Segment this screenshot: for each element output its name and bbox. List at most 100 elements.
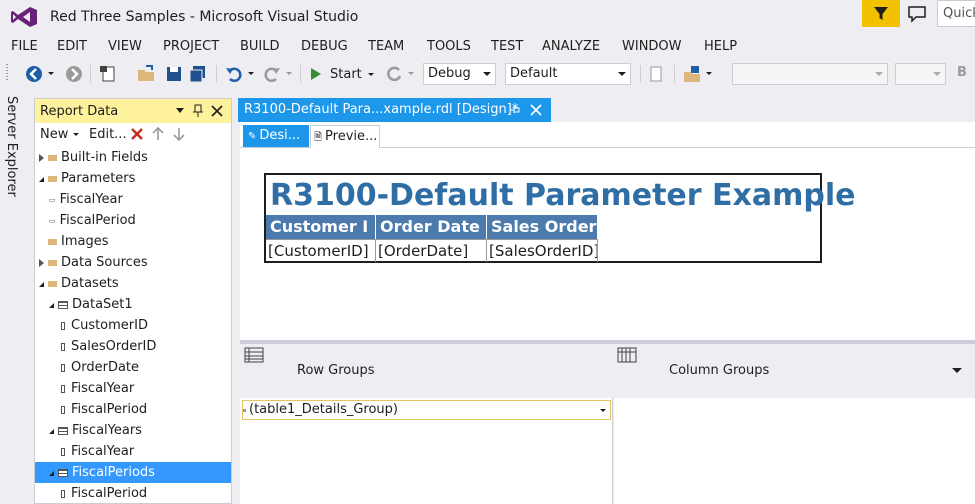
tree-item-orderdate[interactable]: OrderDate bbox=[35, 357, 231, 378]
collapsed-arrow-icon[interactable] bbox=[39, 153, 44, 162]
undo-dropdown-icon[interactable] bbox=[248, 72, 254, 75]
menu-item-test[interactable]: TEST bbox=[480, 39, 534, 54]
toolbar-overflow-icon[interactable] bbox=[706, 72, 712, 75]
groups-mode-chevron-icon[interactable] bbox=[952, 368, 962, 373]
back-navigation-icon[interactable] bbox=[24, 64, 44, 84]
pin-icon[interactable] bbox=[192, 104, 204, 118]
preview-tab-label: Previe... bbox=[325, 129, 378, 144]
menu-item-project[interactable]: PROJECT bbox=[152, 39, 230, 54]
delete-icon[interactable] bbox=[130, 127, 144, 141]
move-up-arrow-icon[interactable] bbox=[152, 127, 164, 141]
row-group-item[interactable]: (table1_Details_Group) bbox=[242, 400, 611, 420]
find-combo[interactable] bbox=[732, 63, 888, 85]
table-header-cell[interactable]: Sales Order bbox=[487, 215, 598, 239]
menu-item-window[interactable]: WINDOW bbox=[611, 39, 693, 54]
close-icon[interactable] bbox=[211, 105, 223, 117]
forward-navigation-icon[interactable] bbox=[64, 64, 84, 84]
tree-item-data-sources[interactable]: Data Sources bbox=[35, 252, 231, 273]
menu-item-edit[interactable]: EDIT bbox=[46, 39, 98, 54]
report-title-textbox[interactable]: R3100-Default Parameter Example bbox=[270, 179, 855, 213]
find-in-files-icon[interactable] bbox=[682, 64, 702, 84]
tree-item-fiscalyear[interactable]: FiscalYear bbox=[35, 441, 231, 462]
start-dropdown-icon bbox=[367, 72, 374, 76]
pin-icon[interactable] bbox=[509, 104, 521, 116]
document-outline-icon[interactable] bbox=[646, 64, 666, 84]
table-header-cell[interactable]: Customer I bbox=[266, 215, 376, 239]
menu-item-tools[interactable]: TOOLS bbox=[416, 39, 482, 54]
feedback-filter-button[interactable] bbox=[862, 0, 900, 27]
redo-dropdown-icon[interactable] bbox=[286, 72, 292, 75]
tree-item-fiscalperiods[interactable]: FiscalPeriods bbox=[35, 462, 231, 483]
expanded-arrow-icon[interactable] bbox=[49, 429, 54, 434]
tree-item-parameters[interactable]: Parameters bbox=[35, 168, 231, 189]
quick-launch-input[interactable]: Quick bbox=[937, 0, 975, 27]
new-project-icon[interactable] bbox=[98, 64, 118, 84]
server-explorer-tab[interactable]: Server Explorer bbox=[4, 96, 19, 197]
tree-item-images[interactable]: Images bbox=[35, 231, 231, 252]
tab-preview[interactable]: 🗎 Previe... bbox=[310, 125, 380, 148]
tree-item-built-in-fields[interactable]: Built-in Fields bbox=[35, 147, 231, 168]
menu-item-analyze[interactable]: ANALYZE bbox=[531, 39, 611, 54]
chevron-down-icon[interactable] bbox=[600, 409, 606, 412]
table-data-cell[interactable]: [CustomerID] bbox=[266, 239, 376, 262]
table-data-cell[interactable]: [OrderDate] bbox=[376, 239, 487, 262]
tree-item-fiscalperiod[interactable]: ▭ FiscalPeriod bbox=[35, 210, 231, 231]
report-body[interactable]: R3100-Default Parameter Example Customer… bbox=[264, 173, 855, 263]
tree-item-fiscalyear[interactable]: ▭ FiscalYear bbox=[35, 189, 231, 210]
tree-item-fiscalyear[interactable]: FiscalYear bbox=[35, 378, 231, 399]
solution-platform-select[interactable]: Default bbox=[505, 63, 631, 85]
visual-studio-logo-icon bbox=[11, 7, 37, 27]
menu-item-team[interactable]: TEAM bbox=[357, 39, 415, 54]
chat-bubble-icon[interactable] bbox=[905, 3, 929, 25]
collapsed-arrow-icon[interactable] bbox=[39, 258, 44, 267]
tree-item-dataset1[interactable]: DataSet1 bbox=[35, 294, 231, 315]
secondary-combo[interactable] bbox=[895, 63, 946, 85]
tab-design[interactable]: ✎ Desi... bbox=[243, 125, 309, 147]
new-button[interactable]: New bbox=[40, 127, 80, 142]
field-icon bbox=[61, 363, 65, 372]
open-folder-icon[interactable] bbox=[136, 64, 156, 84]
toolbar-separator bbox=[90, 65, 91, 83]
menu-bar: FILE EDIT VIEW PROJECT BUILD DEBUG TEAM TOOLS TE… bbox=[0, 34, 975, 58]
tree-item-label: Data Sources bbox=[61, 255, 148, 270]
edit-button[interactable]: Edit... bbox=[89, 127, 127, 142]
table-header-cell[interactable]: Order Date bbox=[376, 215, 487, 239]
tree-item-salesorderid[interactable]: SalesOrderID bbox=[35, 336, 231, 357]
bold-button[interactable]: B bbox=[957, 65, 967, 80]
refresh-dropdown-icon[interactable] bbox=[408, 72, 414, 75]
tree-item-customerid[interactable]: CustomerID bbox=[35, 315, 231, 336]
tree-item-datasets[interactable]: Datasets bbox=[35, 273, 231, 294]
tree-item-label: FiscalYear bbox=[59, 192, 123, 207]
close-icon[interactable] bbox=[530, 104, 542, 116]
tree-item-fiscalyears[interactable]: FiscalYears bbox=[35, 420, 231, 441]
expanded-arrow-icon[interactable] bbox=[39, 177, 44, 182]
tree-item-fiscalperiod[interactable]: FiscalPeriod bbox=[35, 399, 231, 420]
dataset-icon bbox=[58, 300, 68, 309]
refresh-icon[interactable] bbox=[384, 64, 404, 84]
start-debugging-button[interactable]: Start bbox=[306, 63, 380, 85]
redo-icon[interactable] bbox=[262, 64, 282, 84]
undo-icon[interactable] bbox=[224, 64, 244, 84]
table-data-cell[interactable]: [SalesOrderID] bbox=[487, 239, 598, 262]
menu-item-file[interactable]: FILE bbox=[0, 39, 49, 54]
menu-item-view[interactable]: VIEW bbox=[97, 39, 153, 54]
back-dropdown-icon[interactable] bbox=[48, 72, 54, 75]
document-tab[interactable]: R3100-Default Para...xample.rdl [Design]… bbox=[238, 98, 551, 122]
expanded-arrow-icon[interactable] bbox=[49, 471, 54, 476]
parameter-icon: ▭ bbox=[49, 216, 56, 225]
design-tab-icon: ✎ bbox=[248, 131, 257, 142]
row-groups-icon bbox=[244, 347, 264, 363]
expanded-arrow-icon[interactable] bbox=[39, 282, 44, 287]
panel-menu-chevron-icon[interactable] bbox=[176, 108, 184, 113]
tree-item-fiscalperiod[interactable]: FiscalPeriod bbox=[35, 483, 231, 504]
save-icon[interactable] bbox=[164, 64, 184, 84]
preview-tab-icon: 🗎 bbox=[314, 132, 323, 143]
expanded-arrow-icon[interactable] bbox=[49, 303, 54, 308]
solution-configuration-select[interactable]: Debug bbox=[423, 63, 496, 85]
save-all-icon[interactable] bbox=[188, 64, 208, 84]
move-down-arrow-icon[interactable] bbox=[173, 127, 185, 141]
folder-icon bbox=[48, 175, 57, 182]
menu-item-help[interactable]: HELP bbox=[693, 39, 748, 54]
menu-item-build[interactable]: BUILD bbox=[229, 39, 291, 54]
menu-item-debug[interactable]: DEBUG bbox=[290, 39, 359, 54]
